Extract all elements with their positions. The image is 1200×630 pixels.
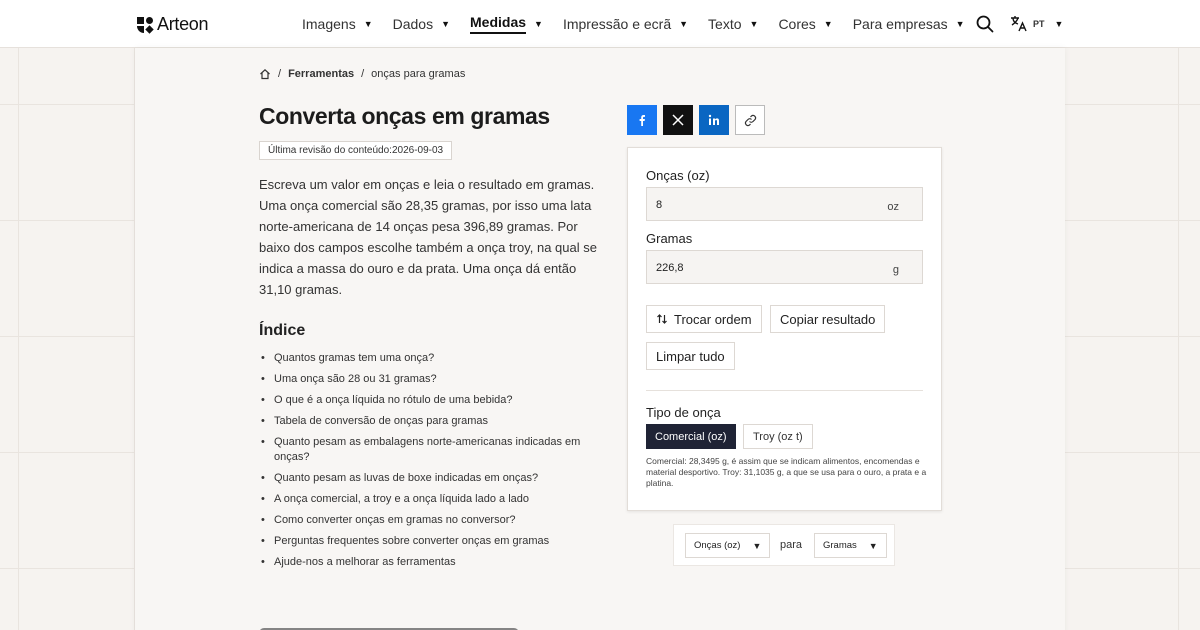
nav-item-0[interactable]: Imagens ▼ bbox=[302, 0, 373, 48]
toc-item[interactable]: Quantos gramas tem uma onça? bbox=[259, 351, 589, 366]
nav-item-label: Dados bbox=[392, 16, 434, 32]
nav-item-label: Cores bbox=[778, 16, 816, 32]
clear-all-button[interactable]: Limpar tudo bbox=[646, 342, 735, 370]
breadcrumb-section-link[interactable]: Ferramentas bbox=[288, 68, 354, 80]
chevron-down-icon: ▼ bbox=[752, 540, 762, 551]
swap-order-button[interactable]: Trocar ordem bbox=[646, 305, 762, 333]
breadcrumb-separator: / bbox=[361, 68, 365, 80]
nav-item-label: Texto bbox=[708, 16, 742, 32]
intro-paragraph: Escreva um valor em onças e leia o resul… bbox=[259, 177, 597, 297]
chevron-down-icon: ▼ bbox=[441, 19, 451, 29]
linkedin-icon bbox=[708, 114, 719, 125]
nav-item-6[interactable]: Para empresas ▼ bbox=[853, 0, 965, 48]
site-header: Arteon Imagens ▼ Dados ▼ Medidas ▼ Impressão e… bbox=[0, 0, 1200, 48]
swap-order-label: Trocar ordem bbox=[674, 311, 752, 327]
nav-item-3[interactable]: Impressão e ecrã ▼ bbox=[563, 0, 688, 48]
share-x-button[interactable] bbox=[663, 105, 693, 135]
divider bbox=[646, 390, 923, 391]
x-icon bbox=[672, 114, 684, 126]
table-of-contents: Quantos gramas tem uma onça? Uma onça são… bbox=[259, 351, 589, 576]
share-buttons bbox=[627, 105, 765, 135]
to-value-input[interactable]: 226,8 g bbox=[646, 250, 923, 284]
toc-item[interactable]: Quanto pesam as luvas de boxe indicadas … bbox=[259, 471, 589, 486]
chevron-down-icon: ▼ bbox=[868, 540, 878, 551]
brand-logo[interactable]: Arteon bbox=[137, 14, 209, 35]
chevron-down-icon: ▼ bbox=[955, 19, 965, 29]
toc-item[interactable]: A onça comercial, a troy e a onça líquid… bbox=[259, 492, 589, 507]
toc-item[interactable]: Tabela de conversão de onças para gramas bbox=[259, 414, 589, 429]
ounce-type-commercial-option[interactable]: Comercial (oz) bbox=[646, 424, 736, 449]
nav-item-label: Para empresas bbox=[852, 16, 948, 32]
toc-item[interactable]: Uma onça são 28 ou 31 gramas? bbox=[259, 372, 589, 387]
language-selector[interactable]: PT ▼ bbox=[1010, 15, 1063, 32]
share-facebook-button[interactable] bbox=[627, 105, 657, 135]
main-content: / Ferramentas / onças para gramas Conver… bbox=[135, 48, 1065, 630]
from-unit-select-value: Onças (oz) bbox=[694, 540, 741, 551]
copy-link-button[interactable] bbox=[735, 105, 765, 135]
language-code: PT bbox=[1033, 18, 1045, 29]
toc-item[interactable]: Quanto pesam as embalagens norte-america… bbox=[259, 435, 589, 465]
revision-badge: Última revisão do conteúdo:2026-09-03 bbox=[259, 141, 453, 160]
unit-connector-text: para bbox=[780, 539, 803, 551]
main-nav: Imagens ▼ Dados ▼ Medidas ▼ Impressão e ecrã ▼ T… bbox=[302, 0, 985, 48]
chevron-down-icon: ▼ bbox=[679, 19, 689, 29]
converter-card: Onças (oz) 8 oz Gramas 226,8 g Trocar or… bbox=[627, 147, 942, 511]
nav-item-label: Impressão e ecrã bbox=[562, 16, 672, 32]
toc-item[interactable]: O que é a onça líquida no rótulo de uma … bbox=[259, 393, 589, 408]
from-unit-select[interactable]: Onças (oz) ▼ bbox=[685, 533, 771, 558]
to-unit: g bbox=[892, 264, 899, 276]
chevron-down-icon: ▼ bbox=[1054, 18, 1064, 29]
link-icon bbox=[744, 114, 756, 126]
breadcrumb-current: onças para gramas bbox=[371, 68, 466, 80]
nav-item-5[interactable]: Cores ▼ bbox=[778, 0, 832, 48]
toc-item[interactable]: Como converter onças em gramas no conver… bbox=[259, 513, 589, 528]
search-icon[interactable] bbox=[976, 15, 994, 33]
swap-icon bbox=[657, 314, 667, 324]
nav-item-2[interactable]: Medidas ▼ bbox=[470, 0, 543, 48]
from-unit: oz bbox=[887, 201, 899, 213]
toc-item[interactable]: Perguntas frequentes sobre converter onç… bbox=[259, 534, 589, 549]
toc-item[interactable]: Ajude-nos a melhorar as ferramentas bbox=[259, 555, 589, 570]
logo-mark-icon bbox=[137, 16, 154, 34]
clear-all-label: Limpar tudo bbox=[656, 348, 725, 364]
from-value: 8 bbox=[656, 199, 663, 211]
copy-result-button[interactable]: Copiar resultado bbox=[770, 305, 886, 333]
ounce-type-label: Tipo de onça bbox=[646, 405, 721, 420]
to-value: 226,8 bbox=[656, 262, 684, 274]
nav-item-label: Imagens bbox=[302, 16, 356, 32]
to-field-label: Gramas bbox=[646, 231, 693, 246]
share-linkedin-button[interactable] bbox=[699, 105, 729, 135]
home-icon[interactable] bbox=[259, 68, 271, 80]
facebook-icon bbox=[639, 115, 645, 126]
ounce-type-note: Comercial: 28,3495 g, é assim que se ind… bbox=[646, 456, 927, 488]
toc-title: Índice bbox=[259, 322, 306, 339]
chevron-down-icon: ▼ bbox=[749, 19, 759, 29]
from-value-input[interactable]: 8 oz bbox=[646, 187, 923, 221]
translate-icon bbox=[1011, 16, 1027, 32]
nav-item-1[interactable]: Dados ▼ bbox=[393, 0, 450, 48]
unit-selector-bar: Onças (oz) ▼ para Gramas ▼ bbox=[673, 524, 895, 566]
chevron-down-icon: ▼ bbox=[823, 19, 833, 29]
page-title: Converta onças em gramas bbox=[259, 103, 550, 129]
brand-name: Arteon bbox=[157, 14, 209, 34]
to-unit-select[interactable]: Gramas ▼ bbox=[814, 533, 887, 558]
nav-item-4[interactable]: Texto ▼ bbox=[708, 0, 758, 48]
from-field-label: Onças (oz) bbox=[646, 168, 710, 183]
breadcrumb: / Ferramentas / onças para gramas bbox=[259, 68, 465, 80]
to-unit-select-value: Gramas bbox=[823, 540, 857, 551]
ounce-type-troy-option[interactable]: Troy (oz t) bbox=[743, 424, 813, 449]
breadcrumb-separator: / bbox=[278, 68, 282, 80]
chevron-down-icon: ▼ bbox=[534, 19, 543, 29]
chevron-down-icon: ▼ bbox=[363, 19, 373, 29]
nav-item-label: Medidas bbox=[470, 14, 527, 34]
copy-result-label: Copiar resultado bbox=[780, 311, 876, 327]
